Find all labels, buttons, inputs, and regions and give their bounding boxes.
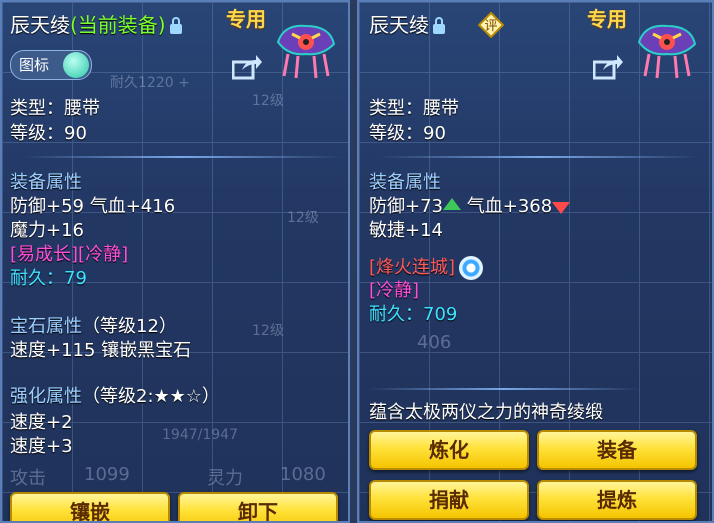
divider	[22, 156, 342, 158]
compared-item-panel: 406 辰天绫 专用 类型：腰带 等级：90 装备属性 防御+73 气血+368…	[357, 0, 714, 523]
lock-icon	[169, 17, 182, 34]
equip-attr-line-1: 防御+73 气血+368	[369, 196, 571, 218]
equip-attr-line-2: 敏捷+14	[369, 220, 443, 241]
icon-toggle-label: 图标	[19, 56, 50, 74]
item-title: 辰天绫(当前装备)	[10, 14, 182, 36]
bg-level-text-1: 12级	[252, 93, 284, 109]
exclusive-label: 专用	[587, 7, 627, 31]
evaluate-badge-icon[interactable]: 评	[478, 12, 504, 38]
special-effect-1: [烽火连城]	[369, 257, 456, 278]
decrease-arrow-icon	[552, 202, 571, 214]
equipped-tag: (当前装备)	[70, 13, 166, 37]
item-name: 辰天绫	[369, 13, 429, 37]
enhance-line-2: 速度+3	[10, 436, 73, 457]
mascot-icon	[637, 24, 697, 79]
refine-button[interactable]: 炼化	[369, 430, 529, 470]
equip-attr-line-1: 防御+59 气血+416	[10, 196, 176, 217]
lock-icon	[433, 17, 445, 34]
exclusive-label: 专用	[226, 7, 266, 31]
bg-attack-label: 攻击	[10, 468, 46, 489]
defense-value: 防御+73	[369, 196, 443, 217]
type-line: 类型：腰带	[369, 98, 459, 119]
icon-toggle[interactable]: 图标	[10, 50, 92, 80]
extract-button[interactable]: 提炼	[537, 480, 697, 520]
bg-attack-value: 1099	[84, 464, 130, 485]
level-line: 等级：90	[10, 123, 87, 144]
bg-count-text: 406	[417, 332, 452, 353]
bg-durability-text: 耐久1220 +	[110, 75, 190, 91]
share-icon[interactable]	[593, 54, 623, 80]
enhance-level: （等级2:★★☆）	[82, 386, 220, 407]
enhance-attr-heading: 强化属性（等级2:★★☆）	[10, 386, 220, 408]
refresh-icon[interactable]	[459, 256, 484, 280]
donate-button[interactable]: 捐献	[369, 480, 529, 520]
hp-value: 气血+368	[466, 196, 553, 217]
equip-attr-title: 装备属性	[369, 172, 441, 193]
level-line: 等级：90	[369, 123, 446, 144]
type-line: 类型：腰带	[10, 98, 100, 119]
item-description: 蕴含太极两仪之力的神奇绫缎	[369, 402, 603, 423]
special-effect-line-1: [烽火连城]	[369, 256, 484, 280]
bg-spirit-value: 1080	[280, 464, 326, 485]
toggle-knob	[63, 52, 89, 78]
gem-level: （等级12）	[82, 316, 177, 337]
bg-level-text-3: 12级	[252, 323, 284, 339]
divider	[369, 388, 639, 390]
equip-attr-line-2: 魔力+16	[10, 220, 84, 241]
item-title: 辰天绫	[369, 14, 445, 36]
unload-button[interactable]: 卸下	[178, 492, 338, 521]
special-effects: [易成长][冷静]	[10, 244, 129, 265]
equip-attr-title: 装备属性	[10, 172, 82, 193]
bg-hp-bar-text: 1947/1947	[162, 427, 238, 443]
bg-spirit-label: 灵力	[207, 468, 243, 489]
gem-attr-line: 速度+115 镶嵌黑宝石	[10, 340, 192, 361]
item-name: 辰天绫	[10, 13, 70, 37]
inlay-button[interactable]: 镶嵌	[10, 492, 170, 521]
bg-level-text-2: 12级	[287, 210, 319, 226]
divider	[379, 156, 699, 158]
enhance-line-1: 速度+2	[10, 412, 73, 433]
current-equipment-panel: 耐久1220 + 12级 12级 12级 1947/1947 攻击 1099 灵…	[0, 0, 350, 523]
share-icon[interactable]	[232, 54, 262, 80]
gem-attr-heading: 宝石属性（等级12）	[10, 316, 177, 338]
durability-line: 耐久：709	[369, 304, 458, 325]
special-effect-2: [冷静]	[369, 280, 420, 301]
evaluate-badge-label: 评	[484, 19, 497, 34]
increase-arrow-icon	[443, 198, 461, 210]
equip-button[interactable]: 装备	[537, 430, 697, 470]
gem-attr-title: 宝石属性	[10, 316, 82, 337]
mascot-icon	[276, 24, 336, 79]
durability-line: 耐久：79	[10, 268, 87, 289]
enhance-attr-title: 强化属性	[10, 386, 82, 407]
